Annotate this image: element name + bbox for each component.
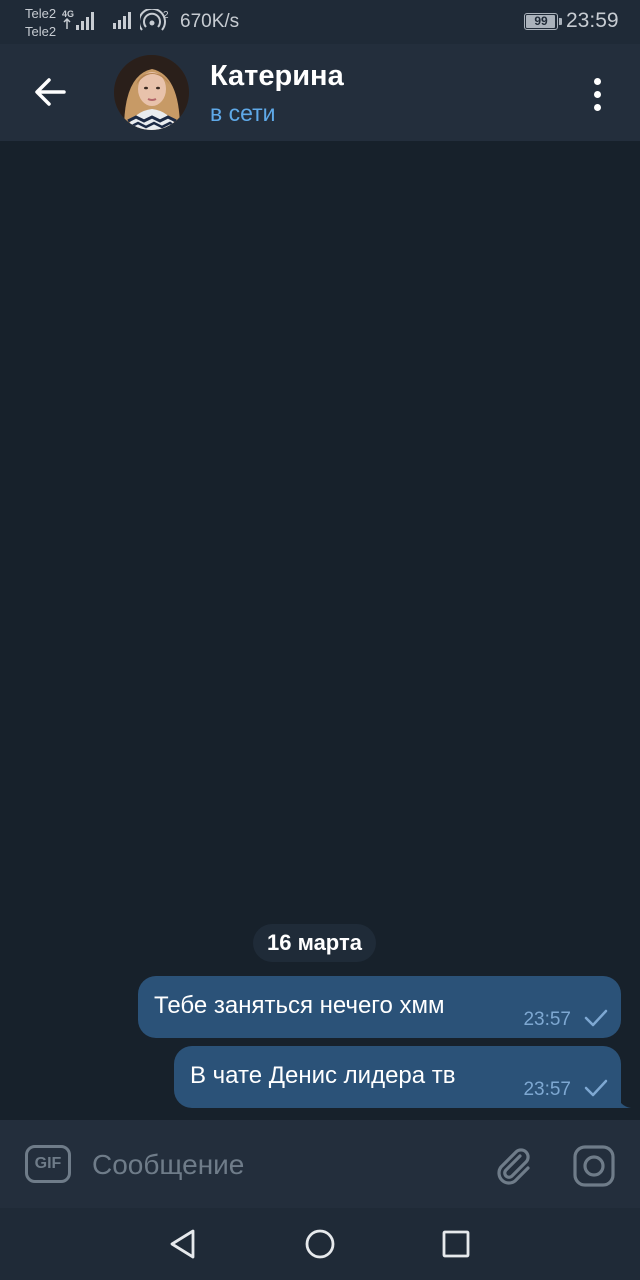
arrow-left-icon (35, 78, 66, 106)
message-text: Тебе заняться нечего хмм (154, 992, 445, 1019)
nav-recents-icon[interactable] (441, 1229, 471, 1259)
avatar-photo (114, 55, 189, 130)
more-options-button[interactable] (580, 72, 614, 116)
battery-level: 99 (534, 14, 548, 28)
chat-header: Катерина в сети (0, 44, 640, 141)
system-navigation-bar (0, 1208, 640, 1280)
status-time: 23:59 (566, 9, 619, 32)
message-time: 23:57 (523, 1009, 571, 1030)
network-type-label: 4G (62, 9, 74, 19)
message-text: В чате Денис лидера тв (190, 1062, 456, 1089)
status-bar: Tele2 Tele2 4G 2 670K/s 99 23:59 (0, 0, 640, 44)
message-list[interactable]: 16 марта Тебе заняться нечего хмм 23:57 … (0, 141, 640, 1120)
telegram-chat-screen: Tele2 Tele2 4G 2 670K/s 99 23:59 Катерин… (0, 0, 640, 1280)
signal-icon (113, 12, 131, 29)
bubble-tail (617, 1094, 631, 1108)
camera-button[interactable] (572, 1144, 616, 1188)
date-separator: 16 марта (253, 924, 376, 962)
avatar[interactable] (114, 55, 189, 130)
message-input[interactable] (92, 1144, 472, 1186)
back-button[interactable] (28, 68, 72, 116)
contact-name[interactable]: Катерина (210, 60, 344, 93)
hotspot-icon: 2 (140, 9, 169, 31)
carrier-1: Tele2 (25, 6, 57, 21)
single-check-icon (584, 1009, 608, 1027)
more-vertical-icon-dot (593, 103, 601, 111)
gif-button[interactable]: GIF (25, 1145, 71, 1183)
camera-icon (573, 1145, 615, 1187)
carrier-2: Tele2 (25, 24, 57, 39)
message-input-bar: GIF (0, 1120, 640, 1208)
nav-home-icon[interactable] (304, 1228, 336, 1260)
more-vertical-icon (593, 77, 601, 85)
carrier-labels: Tele2 Tele2 (25, 5, 56, 41)
paperclip-icon (497, 1148, 530, 1185)
message-bubble-outgoing[interactable]: В чате Денис лидера тв 23:57 (174, 1046, 631, 1108)
message-time: 23:57 (523, 1079, 571, 1100)
contact-status: в сети (210, 100, 276, 126)
more-vertical-icon-dot (593, 90, 601, 98)
single-check-icon (584, 1079, 608, 1097)
signal-4g-icon: 4G (62, 9, 94, 30)
nav-back-icon[interactable] (168, 1228, 198, 1260)
hotspot-badge: 2 (163, 10, 169, 21)
network-speed: 670K/s (180, 11, 240, 32)
message-bubble-outgoing[interactable]: Тебе заняться нечего хмм 23:57 (138, 976, 621, 1038)
battery-icon: 99 (524, 13, 562, 30)
attach-button[interactable] (490, 1142, 536, 1188)
